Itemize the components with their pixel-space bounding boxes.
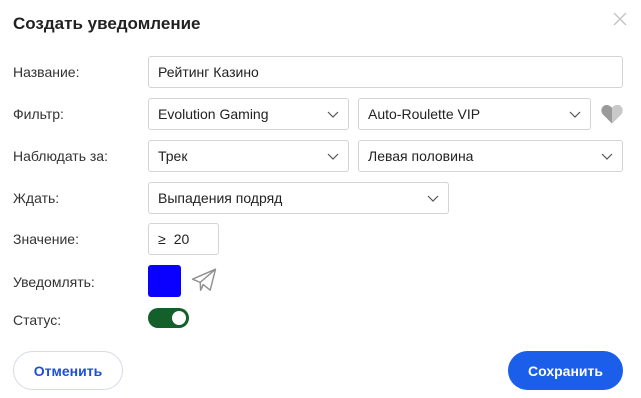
- value-input[interactable]: ≥ 20: [148, 223, 219, 255]
- cancel-button[interactable]: Отменить: [13, 351, 123, 390]
- wait-label: Ждать:: [13, 190, 60, 206]
- chevron-down-icon: [569, 111, 581, 118]
- notify-label: Уведомлять:: [13, 274, 95, 290]
- chevron-down-icon: [427, 195, 439, 202]
- name-input-value: Рейтинг Казино: [158, 64, 259, 80]
- watch-label: Наблюдать за:: [13, 148, 108, 164]
- save-button[interactable]: Сохранить: [508, 351, 623, 390]
- watch-target-value: Трек: [158, 148, 188, 164]
- table-select-value: Auto-Roulette VIP: [368, 106, 481, 122]
- wait-condition-select[interactable]: Выпадения подряд: [148, 182, 449, 214]
- wait-condition-value: Выпадения подряд: [158, 190, 283, 206]
- toggle-knob: [172, 311, 186, 325]
- filter-label: Фильтр:: [13, 106, 64, 122]
- provider-select-value: Evolution Gaming: [158, 106, 269, 122]
- status-label: Статус:: [13, 312, 62, 328]
- value-label: Значение:: [13, 231, 79, 247]
- value-number: 20: [173, 231, 190, 247]
- table-select[interactable]: Auto-Roulette VIP: [358, 98, 591, 130]
- notify-color-swatch[interactable]: [148, 265, 181, 297]
- value-operator: ≥: [158, 231, 166, 247]
- telegram-icon[interactable]: [190, 266, 218, 294]
- provider-select[interactable]: Evolution Gaming: [148, 98, 349, 130]
- watch-area-value: Левая половина: [368, 148, 474, 164]
- name-label: Название:: [13, 64, 80, 80]
- watch-area-select[interactable]: Левая половина: [358, 140, 623, 172]
- chevron-down-icon: [327, 111, 339, 118]
- status-toggle[interactable]: [148, 308, 189, 328]
- dialog-title: Создать уведомление: [13, 14, 201, 33]
- name-input[interactable]: Рейтинг Казино: [148, 56, 623, 88]
- watch-target-select[interactable]: Трек: [148, 140, 349, 172]
- chevron-down-icon: [327, 153, 339, 160]
- chevron-down-icon: [601, 153, 613, 160]
- close-icon[interactable]: [609, 8, 631, 30]
- favorite-heart-icon[interactable]: [600, 103, 624, 125]
